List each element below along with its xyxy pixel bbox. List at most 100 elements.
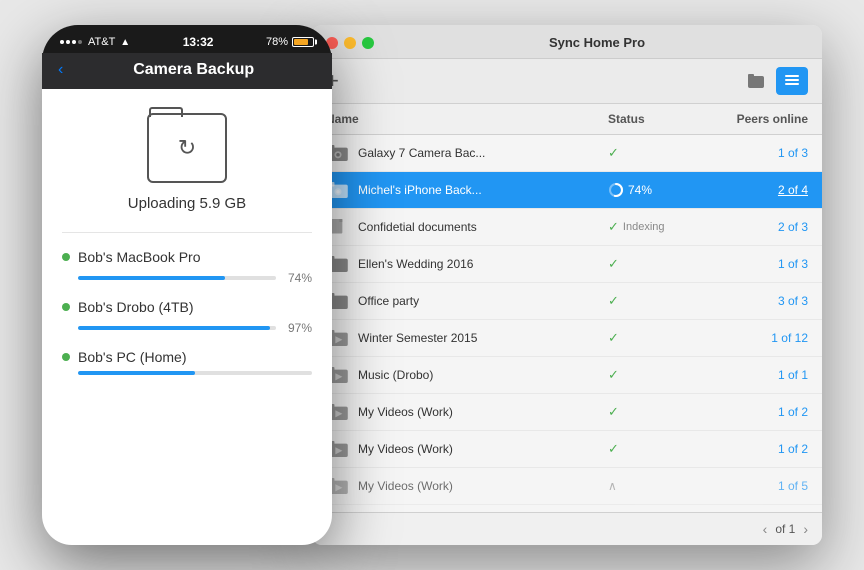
check-icon: ✓	[608, 441, 619, 457]
table-row[interactable]: Galaxy 7 Camera Bac... ✓ 1 of 3	[312, 135, 822, 172]
list-view-button[interactable]	[740, 67, 772, 95]
row-peers: 1 of 5	[708, 479, 808, 493]
row-peers: 2 of 3	[708, 220, 808, 234]
phone-status-right: 78%	[266, 36, 314, 48]
progress-label: 74%	[628, 183, 652, 197]
pagination: ‹ of 1 ›	[312, 512, 822, 545]
progress-circle-icon	[608, 182, 624, 198]
table-row[interactable]: My Videos (Work) ∧ 1 of 5	[312, 468, 822, 505]
phone-header: ‹ Camera Backup	[42, 53, 332, 89]
indexing-label: Indexing	[623, 221, 665, 233]
row-folder-name: My Videos (Work)	[358, 405, 608, 419]
refresh-icon: ↻	[178, 135, 196, 161]
peer-status-dot	[62, 303, 70, 311]
row-peers: 3 of 3	[708, 294, 808, 308]
table-row[interactable]: Music (Drobo) ✓ 1 of 1	[312, 357, 822, 394]
wifi-icon: ▲	[120, 37, 130, 48]
row-folder-name: Winter Semester 2015	[358, 331, 608, 345]
check-icon: ✓	[608, 367, 619, 383]
table-row[interactable]: My Videos (Work) ✓ 1 of 2	[312, 394, 822, 431]
col-peers-header: Peers online	[708, 112, 808, 126]
check-icon: ✓	[608, 293, 619, 309]
phone-time: 13:32	[183, 35, 214, 49]
desktop-window: Sync Home Pro +	[312, 25, 822, 545]
col-name-header: Name	[326, 112, 608, 126]
row-status: ✓	[608, 404, 708, 420]
peer-progress-bar	[78, 326, 276, 330]
folder-icon	[748, 74, 764, 88]
window-titlebar: Sync Home Pro	[312, 25, 822, 59]
row-folder-name: Galaxy 7 Camera Bac...	[358, 146, 608, 160]
peer-percent: 97%	[284, 321, 312, 335]
phone-status-bar: AT&T ▲ 13:32 78%	[42, 25, 332, 53]
peer-percent: 74%	[284, 271, 312, 285]
window-toolbar: +	[312, 59, 822, 104]
row-status: ✓	[608, 441, 708, 457]
grid-icon	[785, 75, 799, 87]
check-icon: ✓	[608, 256, 619, 272]
col-status-header: Status	[608, 112, 708, 126]
check-icon: ✓	[608, 330, 619, 346]
check-icon: ✓	[608, 145, 619, 161]
row-status: ✓	[608, 293, 708, 309]
row-status: ✓	[608, 256, 708, 272]
folder-upload-icon: ↻	[147, 113, 227, 183]
signal-icon	[60, 40, 82, 44]
page-of-label: of 1	[775, 522, 795, 536]
row-folder-name: Confidetial documents	[358, 220, 608, 234]
chevron-icon: ∧	[608, 479, 617, 493]
phone-device: AT&T ▲ 13:32 78% ‹ Camera Backup ↻ Uploa…	[42, 25, 332, 545]
row-peers: 1 of 3	[708, 146, 808, 160]
row-status: 74%	[608, 182, 708, 198]
row-status: ✓ Indexing	[608, 219, 708, 235]
peer-name: Bob's MacBook Pro	[78, 249, 312, 265]
phone-status-left: AT&T ▲	[60, 36, 130, 48]
peer-name: Bob's Drobo (4TB)	[78, 299, 312, 315]
peer-progress-bar	[78, 276, 276, 280]
carrier-label: AT&T	[88, 36, 115, 48]
row-folder-name: Ellen's Wedding 2016	[358, 257, 608, 271]
row-folder-name: My Videos (Work)	[358, 479, 608, 493]
row-peers: 2 of 4	[708, 183, 808, 197]
table-row[interactable]: Ellen's Wedding 2016 ✓ 1 of 3	[312, 246, 822, 283]
maximize-button[interactable]	[362, 37, 374, 49]
row-folder-name: My Videos (Work)	[358, 442, 608, 456]
row-status: ✓	[608, 145, 708, 161]
phone-body: ↻ Uploading 5.9 GB Bob's MacBook Pro 74%	[42, 89, 332, 545]
peer-item-2: Bob's Drobo (4TB) 97%	[62, 299, 312, 335]
next-page-button[interactable]: ›	[803, 521, 808, 537]
peer-status-dot	[62, 353, 70, 361]
peer-item-3: Bob's PC (Home)	[62, 349, 312, 375]
window-title: Sync Home Pro	[386, 35, 808, 50]
prev-page-button[interactable]: ‹	[763, 521, 768, 537]
check-icon: ✓	[608, 404, 619, 420]
back-button[interactable]: ‹	[58, 61, 63, 79]
row-peers: 1 of 2	[708, 405, 808, 419]
window-controls[interactable]	[326, 37, 374, 49]
row-peers: 1 of 12	[708, 331, 808, 345]
battery-icon	[292, 37, 314, 47]
row-status: ∧	[608, 479, 708, 493]
battery-percent: 78%	[266, 36, 288, 48]
row-status: ✓	[608, 330, 708, 346]
phone-screen-title: Camera Backup	[71, 61, 316, 79]
row-status: ✓	[608, 367, 708, 383]
table-row[interactable]: Office party ✓ 3 of 3	[312, 283, 822, 320]
table-body: Galaxy 7 Camera Bac... ✓ 1 of 3 Michel's…	[312, 135, 822, 512]
row-peers: 1 of 3	[708, 257, 808, 271]
row-peers: 1 of 1	[708, 368, 808, 382]
table-row[interactable]: My Videos (Work) ✓ 1 of 2	[312, 431, 822, 468]
row-peers: 1 of 2	[708, 442, 808, 456]
table-row[interactable]: Winter Semester 2015 ✓ 1 of 12	[312, 320, 822, 357]
row-folder-name: Michel's iPhone Back...	[358, 183, 608, 197]
check-icon: ✓	[608, 219, 619, 235]
peer-name: Bob's PC (Home)	[78, 349, 312, 365]
row-folder-name: Music (Drobo)	[358, 368, 608, 382]
toolbar-icons	[740, 67, 808, 95]
table-row[interactable]: Michel's iPhone Back... 74% 2 of 4	[312, 172, 822, 209]
table-row[interactable]: Confidetial documents ✓ Indexing 2 of 3	[312, 209, 822, 246]
table-header: Name Status Peers online	[312, 104, 822, 135]
minimize-button[interactable]	[344, 37, 356, 49]
grid-view-button[interactable]	[776, 67, 808, 95]
row-folder-name: Office party	[358, 294, 608, 308]
